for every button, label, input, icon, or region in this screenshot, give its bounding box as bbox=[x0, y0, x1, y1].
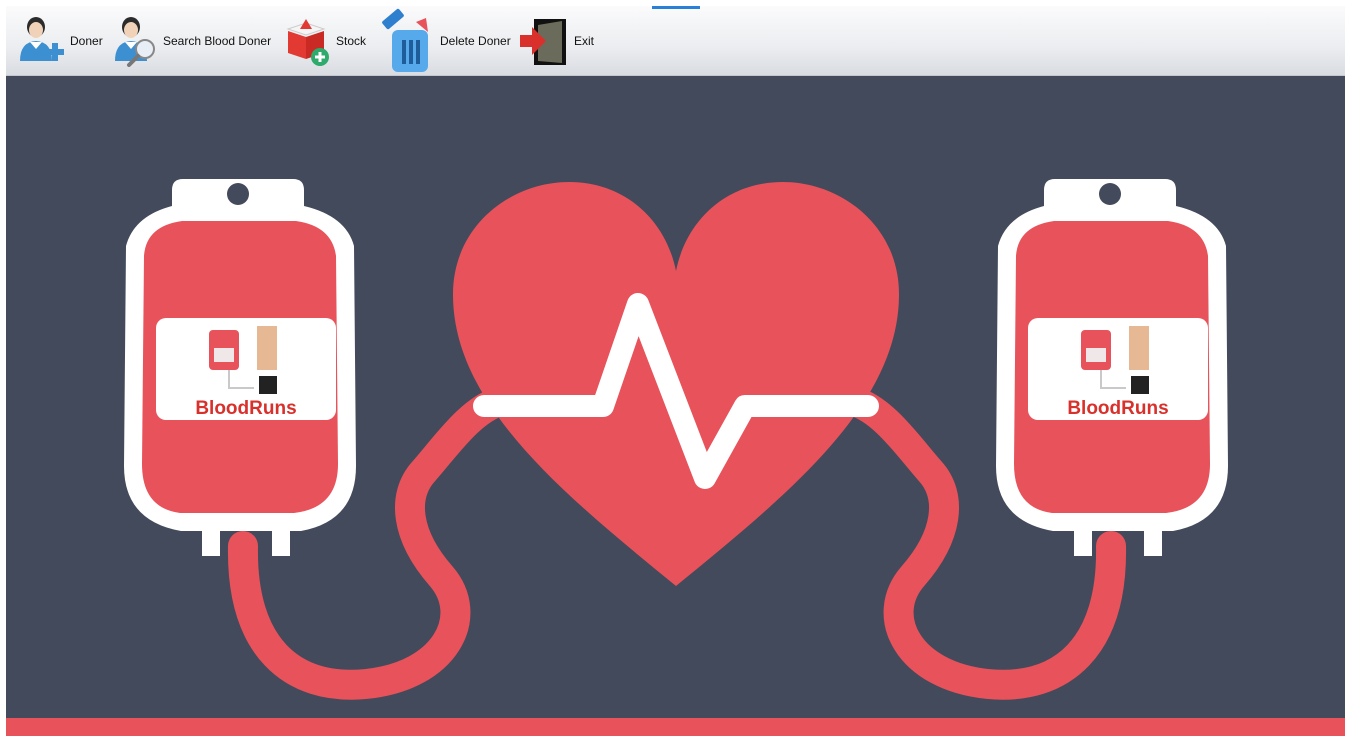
exit-label: Exit bbox=[574, 33, 595, 48]
delete-doner-button[interactable]: Delete Doner bbox=[380, 6, 511, 75]
search-blood-doner-button[interactable]: Search Blood Doner bbox=[111, 6, 271, 75]
blood-donation-banner: BloodRuns BloodRuns bbox=[6, 76, 1345, 736]
bottom-red-strip bbox=[6, 718, 1345, 736]
stock-button[interactable]: Stock bbox=[282, 6, 366, 75]
add-doner-label: Doner bbox=[70, 33, 103, 48]
delete-doner-label: Delete Doner bbox=[440, 33, 511, 48]
blood-bag-left: BloodRuns bbox=[124, 179, 356, 556]
blood-bag-right: BloodRuns bbox=[996, 179, 1228, 556]
add-doner-button[interactable]: Doner bbox=[16, 6, 103, 75]
exit-button[interactable]: Exit bbox=[518, 6, 594, 75]
add-user-icon bbox=[16, 15, 66, 67]
search-blood-doner-label: Search Blood Doner bbox=[163, 33, 272, 48]
app-window: Doner Search Blood Doner Stock Delete Do… bbox=[6, 6, 1345, 736]
trash-icon bbox=[380, 8, 432, 74]
toolbar: Doner Search Blood Doner Stock Delete Do… bbox=[6, 6, 1345, 76]
stock-label: Stock bbox=[336, 33, 367, 48]
bloodruns-logo-text-left: BloodRuns bbox=[195, 398, 296, 419]
stock-box-icon bbox=[282, 15, 332, 67]
toolbar-accent-line bbox=[652, 6, 700, 9]
exit-door-icon bbox=[518, 15, 570, 67]
search-user-icon bbox=[111, 15, 159, 67]
bloodruns-logo-text-right: BloodRuns bbox=[1067, 398, 1168, 419]
